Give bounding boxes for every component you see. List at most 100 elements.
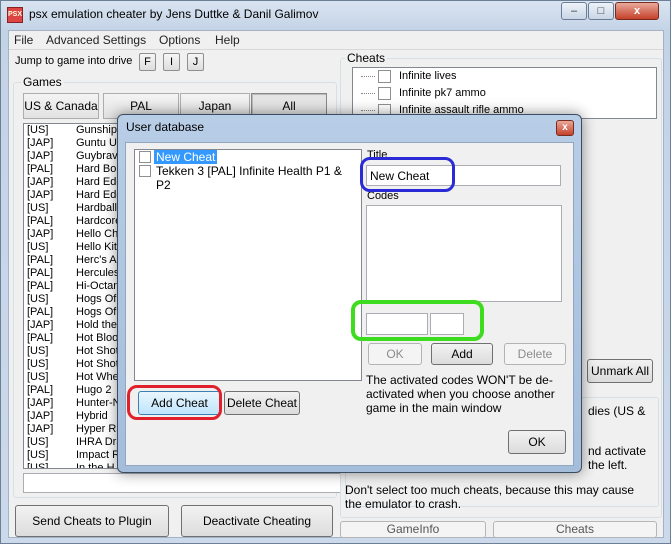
cheat-item[interactable]: Infinite lives bbox=[353, 68, 656, 85]
minimize-button[interactable]: – bbox=[561, 2, 587, 20]
game-name: IHRA Dra bbox=[76, 436, 123, 448]
game-region: [PAL] bbox=[27, 163, 54, 175]
game-name: Hybrid bbox=[76, 410, 108, 422]
game-name: Hercules bbox=[76, 267, 120, 279]
game-region: [JAP] bbox=[27, 150, 54, 162]
game-region: [US] bbox=[27, 436, 49, 448]
tab-us-canada[interactable]: US & Canada bbox=[23, 93, 99, 119]
app-logo-icon: PSX bbox=[7, 7, 23, 23]
user-cheat-label: New Cheat bbox=[154, 150, 218, 164]
drive-i-button[interactable]: I bbox=[163, 53, 180, 71]
game-region: [PAL] bbox=[27, 332, 54, 344]
user-cheat-item-new[interactable]: New Cheat bbox=[135, 150, 361, 164]
game-name: Hold the bbox=[76, 319, 117, 331]
game-region: [PAL] bbox=[27, 280, 54, 292]
tree-connector bbox=[361, 76, 375, 77]
window-title: psx emulation cheater by Jens Duttke & D… bbox=[29, 7, 319, 21]
game-region: [US] bbox=[27, 371, 49, 383]
code-add-button[interactable]: Add bbox=[431, 343, 493, 365]
menu-options[interactable]: Options bbox=[159, 33, 200, 47]
game-region: [US] bbox=[27, 462, 49, 469]
cheat-checkbox[interactable] bbox=[378, 87, 391, 100]
close-button[interactable]: x bbox=[615, 2, 659, 20]
warning-text: Don't select too much cheats, because th… bbox=[345, 483, 635, 511]
title-bar: PSX psx emulation cheater by Jens Duttke… bbox=[1, 1, 670, 29]
game-region: [JAP] bbox=[27, 189, 54, 201]
user-cheat-list[interactable]: New Cheat Tekken 3 [PAL] Infinite Health… bbox=[134, 149, 362, 381]
cheat-label: Infinite lives bbox=[399, 70, 457, 82]
cheat-checkbox[interactable] bbox=[378, 70, 391, 83]
user-cheat-item-tekken[interactable]: Tekken 3 [PAL] Infinite Health P1 & P2 bbox=[135, 164, 361, 192]
menu-file[interactable]: File bbox=[14, 33, 33, 47]
game-name: Hot Bloo bbox=[76, 332, 119, 344]
user-cheat-checkbox[interactable] bbox=[139, 165, 151, 177]
delete-cheat-button[interactable]: Delete Cheat bbox=[224, 391, 300, 415]
dialog-title: User database bbox=[126, 120, 205, 134]
game-name: Hardcore bbox=[76, 215, 122, 227]
game-name: Hello Kitt bbox=[76, 241, 121, 253]
dialog-ok-button[interactable]: OK bbox=[508, 430, 566, 454]
game-name: Hard Boil bbox=[76, 163, 122, 175]
cheats-tree[interactable]: Infinite lives Infinite pk7 ammo Infinit… bbox=[352, 67, 657, 119]
cheat-item[interactable]: Infinite pk7 ammo bbox=[353, 85, 656, 102]
menu-help[interactable]: Help bbox=[215, 33, 240, 47]
game-region: [US] bbox=[27, 293, 49, 305]
game-name: In the H bbox=[76, 462, 115, 469]
game-name: Hogs Of bbox=[76, 306, 117, 318]
unmark-all-button[interactable]: Unmark All bbox=[587, 359, 653, 383]
cheat-label: Infinite pk7 ammo bbox=[399, 87, 486, 99]
send-cheats-button[interactable]: Send Cheats to Plugin bbox=[15, 505, 169, 537]
game-region: [JAP] bbox=[27, 319, 54, 331]
game-region: [PAL] bbox=[27, 306, 54, 318]
game-region: [US] bbox=[27, 345, 49, 357]
tab-gameinfo[interactable]: GameInfo bbox=[340, 521, 486, 538]
info-text-1: dies (US & bbox=[588, 404, 646, 418]
tree-connector bbox=[361, 110, 375, 111]
dialog-close-button[interactable]: x bbox=[556, 120, 574, 136]
drive-j-button[interactable]: J bbox=[187, 53, 204, 71]
red-highlight bbox=[127, 385, 222, 420]
game-region: [JAP] bbox=[27, 397, 54, 409]
user-cheat-checkbox[interactable] bbox=[139, 151, 151, 163]
game-region: [PAL] bbox=[27, 267, 54, 279]
game-region: [JAP] bbox=[27, 228, 54, 240]
game-region: [JAP] bbox=[27, 410, 54, 422]
info-text-2: nd activate bbox=[588, 444, 647, 458]
game-region: [US] bbox=[27, 449, 49, 461]
game-name: Hard Edg bbox=[76, 189, 123, 201]
tree-connector bbox=[361, 93, 375, 94]
info-text-3: the left. bbox=[588, 458, 628, 472]
game-name: Herc's Ad bbox=[76, 254, 123, 266]
game-name: Hyper Ra bbox=[76, 423, 123, 435]
game-region: [US] bbox=[27, 358, 49, 370]
game-name: Hogs Of bbox=[76, 293, 117, 305]
game-region: [JAP] bbox=[27, 176, 54, 188]
games-group-label: Games bbox=[21, 75, 64, 89]
game-region: [US] bbox=[27, 124, 49, 136]
activation-note: The activated codes WON'T be de-activate… bbox=[366, 373, 555, 415]
game-region: [JAP] bbox=[27, 423, 54, 435]
game-region: [US] bbox=[27, 241, 49, 253]
tab-cheats[interactable]: Cheats bbox=[493, 521, 657, 538]
game-name: Hot Shot bbox=[76, 345, 119, 357]
maximize-button[interactable]: □ bbox=[588, 2, 614, 20]
code-delete-button[interactable]: Delete bbox=[504, 343, 566, 365]
game-name: Hot Shot bbox=[76, 358, 119, 370]
game-name: Hunter-N bbox=[76, 397, 121, 409]
game-name: Hugo 2 bbox=[76, 384, 112, 396]
game-region: [PAL] bbox=[27, 384, 54, 396]
code-ok-button[interactable]: OK bbox=[368, 343, 422, 365]
green-highlight bbox=[351, 300, 484, 341]
drive-f-button[interactable]: F bbox=[139, 53, 156, 71]
game-region: [PAL] bbox=[27, 215, 54, 227]
deactivate-cheating-button[interactable]: Deactivate Cheating bbox=[181, 505, 333, 537]
game-name: Hi-Octan bbox=[76, 280, 120, 292]
jump-label: Jump to game into drive bbox=[15, 55, 133, 67]
game-name: Hot Whe bbox=[76, 371, 119, 383]
menu-advanced-settings[interactable]: Advanced Settings bbox=[46, 33, 146, 47]
blue-highlight bbox=[360, 157, 455, 192]
user-cheat-label: Tekken 3 [PAL] Infinite Health P1 & P2 bbox=[156, 164, 342, 192]
game-name: Hard Edg bbox=[76, 176, 123, 188]
game-region: [JAP] bbox=[27, 137, 54, 149]
codes-textarea[interactable] bbox=[366, 205, 562, 302]
